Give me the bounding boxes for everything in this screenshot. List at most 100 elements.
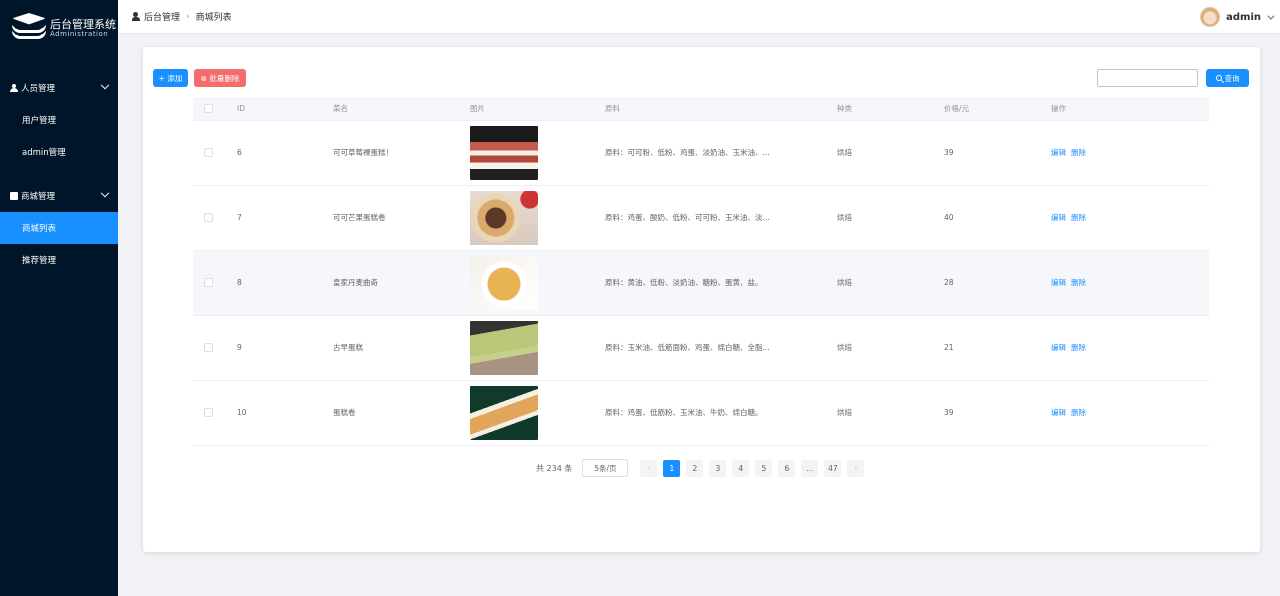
edit-link[interactable]: 编辑 [1051, 408, 1066, 417]
cell-id: 10 [233, 380, 329, 446]
search-input[interactable] [1097, 69, 1198, 87]
logo: 后台管理系统 Administration [0, 0, 118, 56]
sidebar-item-mall-list[interactable]: 商城列表 [0, 212, 118, 244]
total-count: 共 234 条 [536, 463, 573, 473]
sidebar: 后台管理系统 Administration 人员管理 用户管理 admin管理 … [0, 0, 118, 596]
delete-link[interactable]: 删除 [1071, 278, 1086, 287]
delete-link[interactable]: 删除 [1071, 148, 1086, 157]
dish-image [470, 255, 538, 310]
page-button-6[interactable]: 6 [778, 459, 796, 477]
page-size-select[interactable]: 5条/页 [582, 459, 629, 477]
chevron-down-icon[interactable] [1267, 12, 1275, 20]
avatar[interactable] [1200, 7, 1221, 27]
chevron-down-icon [100, 80, 110, 90]
cell-name: 可可草莓裸蛋糕！ [329, 120, 466, 186]
page-button-4[interactable]: 4 [732, 459, 750, 477]
content-card: + 添加 ⊗ 批量删除 查询 ID 菜名 图片 原料 种类 价格/元 操作 6 … [143, 47, 1260, 552]
cell-ingredients: 原料：可可粉、低粉、鸡蛋、淡奶油、玉米油、... [601, 120, 833, 186]
page-button-3[interactable]: 3 [709, 459, 727, 477]
sidebar-item-admins[interactable]: admin管理 [0, 136, 118, 168]
cell-type: 烘焙 [833, 315, 940, 381]
column-header: 种类 [833, 97, 940, 121]
page-button-47[interactable]: 47 [824, 459, 842, 477]
menu-group-label: 人员管理 [21, 84, 56, 94]
shop-icon [10, 192, 18, 200]
cell-id: 6 [233, 120, 329, 186]
breadcrumb-separator: › [186, 11, 190, 22]
batch-delete-button[interactable]: ⊗ 批量删除 [194, 69, 246, 87]
cell-type: 烘焙 [833, 250, 940, 316]
menu-group-label: 商城管理 [21, 192, 56, 202]
table-header-row: ID 菜名 图片 原料 种类 价格/元 操作 [193, 97, 1209, 121]
cell-price: 39 [940, 380, 1047, 446]
delete-link[interactable]: 删除 [1071, 213, 1086, 222]
search-icon [1215, 75, 1222, 81]
select-all-cell[interactable] [193, 97, 233, 121]
cell-ingredients: 原料：黄油、低粉、淡奶油、糖粉、蛋黄、盐。 [601, 250, 833, 316]
logo-icon [12, 13, 46, 43]
cell-price: 21 [940, 315, 1047, 381]
select-all-checkbox[interactable] [204, 103, 213, 113]
next-page-button[interactable]: › [847, 459, 865, 477]
delete-link[interactable]: 删除 [1071, 408, 1086, 417]
page-button-5[interactable]: 5 [755, 459, 773, 477]
edit-link[interactable]: 编辑 [1051, 213, 1066, 222]
dish-image [470, 125, 538, 180]
dish-image [470, 385, 538, 440]
column-header: 原料 [601, 97, 833, 121]
dish-image [470, 320, 538, 375]
table-row: 8 皇家丹麦曲奇 原料：黄油、低粉、淡奶油、糖粉、蛋黄、盐。 烘焙 28 编辑删… [193, 250, 1209, 316]
cell-type: 烘焙 [833, 185, 940, 251]
table-row: 6 可可草莓裸蛋糕！ 原料：可可粉、低粉、鸡蛋、淡奶油、玉米油、... 烘焙 3… [193, 120, 1209, 186]
edit-link[interactable]: 编辑 [1051, 343, 1066, 352]
row-checkbox[interactable] [204, 278, 213, 287]
product-table: ID 菜名 图片 原料 种类 价格/元 操作 6 可可草莓裸蛋糕！ 原料：可可粉… [193, 97, 1209, 446]
search-button-label: 查询 [1224, 73, 1240, 83]
table-row: 9 古早蛋糕 原料：玉米油、低筋面粉、鸡蛋、绵白糖、全脂... 烘焙 21 编辑… [193, 315, 1209, 381]
user-menu[interactable]: admin [1200, 7, 1275, 27]
cell-type: 烘焙 [833, 120, 940, 186]
row-checkbox[interactable] [204, 343, 213, 352]
page-button-1[interactable]: 1 [663, 459, 681, 477]
person-icon [132, 12, 141, 21]
header: 后台管理 › 商城列表 admin [118, 0, 1280, 34]
page-ellipsis[interactable]: ... [801, 459, 819, 477]
chevron-down-icon [100, 188, 110, 198]
cell-price: 28 [940, 250, 1047, 316]
sidebar-item-users[interactable]: 用户管理 [0, 104, 118, 136]
edit-link[interactable]: 编辑 [1051, 278, 1066, 287]
sidebar-item-recommend[interactable]: 推荐管理 [0, 244, 118, 276]
add-button[interactable]: + 添加 [153, 69, 188, 87]
menu-group-mall[interactable]: 商城管理 [0, 180, 118, 212]
page-button-2[interactable]: 2 [686, 459, 704, 477]
breadcrumb-home[interactable]: 后台管理 [144, 10, 180, 23]
menu-group-staff[interactable]: 人员管理 [0, 72, 118, 104]
table-row: 10 蛋糕卷 原料：鸡蛋、低筋粉、玉米油、牛奶、绵白糖。 烘焙 39 编辑 删除 [193, 380, 1209, 446]
prev-page-button[interactable]: ‹ [640, 459, 658, 477]
column-header: 图片 [466, 97, 601, 121]
cell-ingredients: 原料：鸡蛋、低筋粉、玉米油、牛奶、绵白糖。 [601, 380, 833, 446]
cell-price: 39 [940, 120, 1047, 186]
logo-title: 后台管理系统 [50, 17, 116, 31]
username[interactable]: admin [1226, 12, 1261, 23]
breadcrumb-current: 商城列表 [195, 13, 232, 23]
row-checkbox[interactable] [204, 213, 213, 222]
cell-name: 可可芒果蛋糕卷 [329, 185, 466, 251]
logo-subtitle: Administration [50, 29, 109, 38]
column-header: 操作 [1047, 97, 1209, 121]
person-icon [10, 84, 18, 92]
cell-price: 40 [940, 185, 1047, 251]
column-header: 菜名 [329, 97, 466, 121]
cell-ingredients: 原料：玉米油、低筋面粉、鸡蛋、绵白糖、全脂... [601, 315, 833, 381]
cell-ingredients: 原料：鸡蛋、酸奶、低粉、可可粉、玉米油、淡... [601, 185, 833, 251]
delete-link[interactable]: 删除 [1071, 343, 1086, 352]
column-header: ID [233, 97, 329, 121]
row-checkbox[interactable] [204, 148, 213, 157]
cell-type: 烘焙 [833, 380, 940, 446]
row-checkbox[interactable] [204, 408, 213, 417]
table-row: 7 可可芒果蛋糕卷 原料：鸡蛋、酸奶、低粉、可可粉、玉米油、淡... 烘焙 40… [193, 185, 1209, 251]
search-button[interactable]: 查询 [1206, 69, 1249, 87]
edit-link[interactable]: 编辑 [1051, 148, 1066, 157]
column-header: 价格/元 [940, 97, 1047, 121]
cell-name: 蛋糕卷 [329, 380, 466, 446]
